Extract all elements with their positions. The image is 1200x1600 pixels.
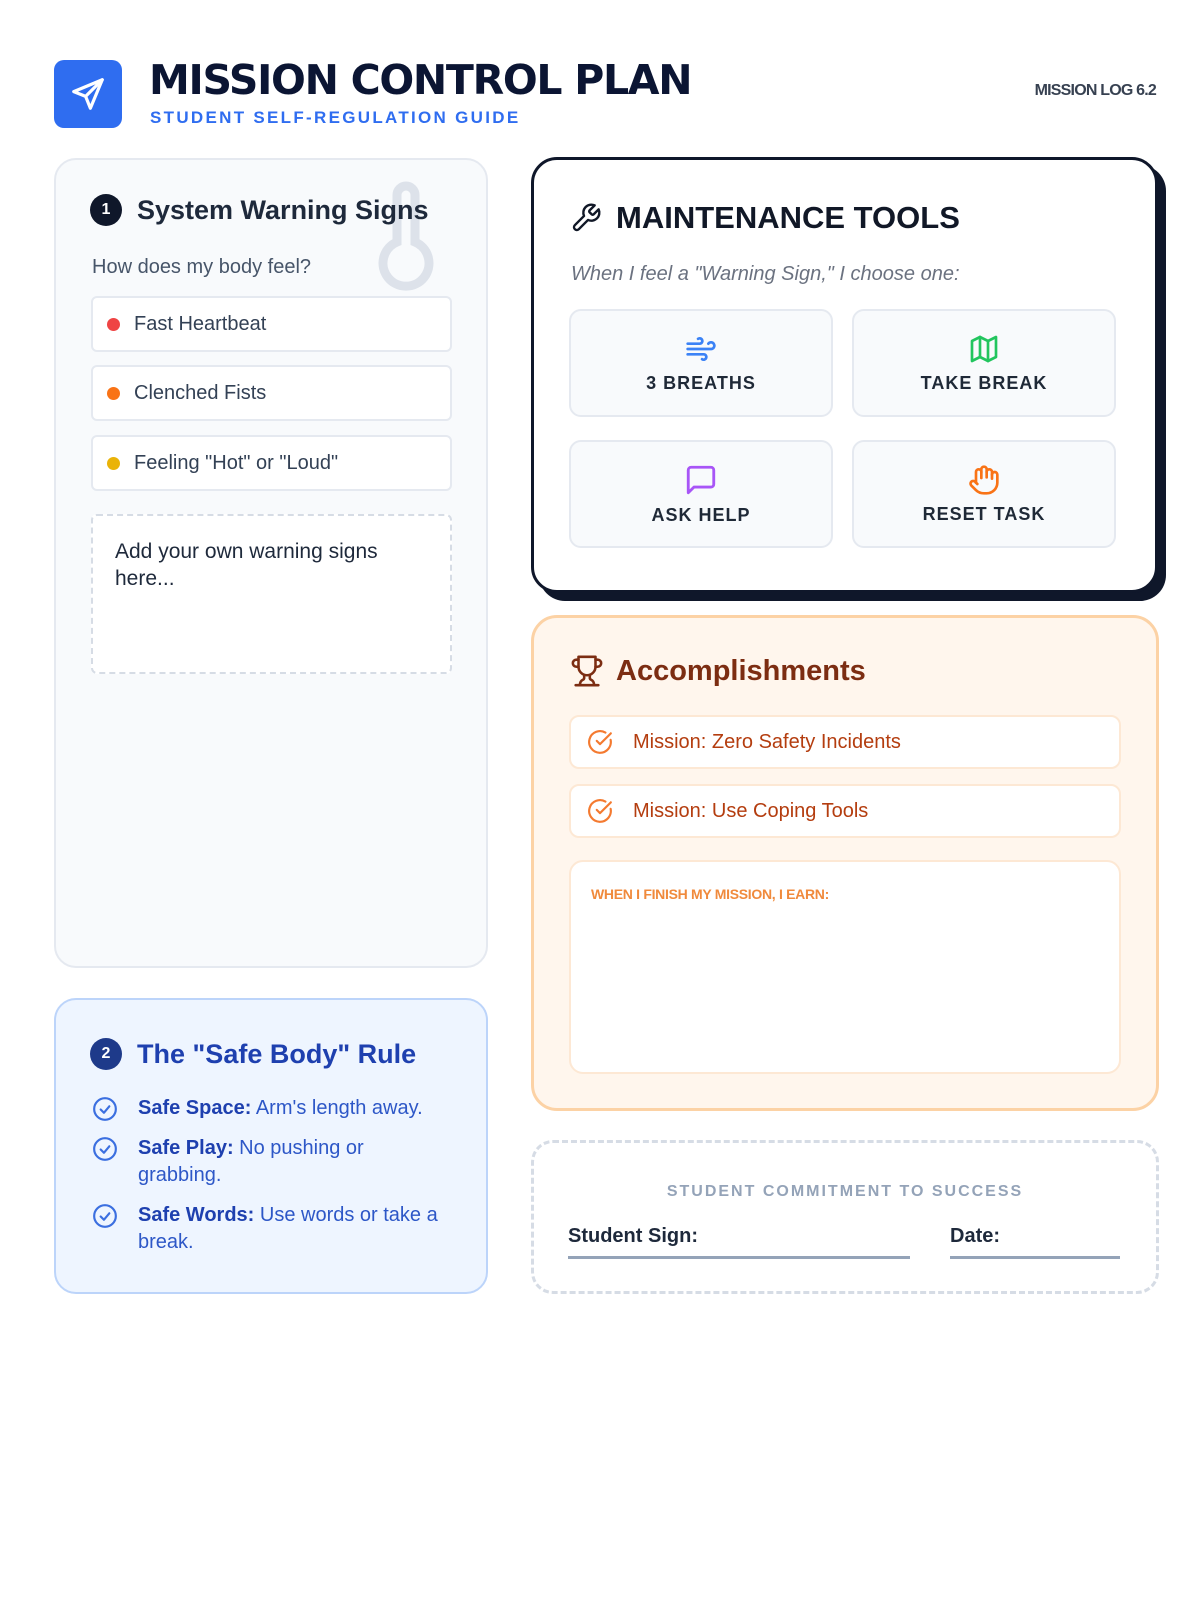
accomplishment-item: Mission: Use Coping Tools xyxy=(569,784,1121,838)
check-circle-icon xyxy=(93,1097,117,1121)
red-dot-icon xyxy=(107,317,120,331)
rule-text: Safe Play: No pushing or grabbing. xyxy=(138,1137,364,1186)
reward-label: WHEN I FINISH MY MISSION, I EARN: xyxy=(591,886,829,902)
section-title: The "Safe Body" Rule xyxy=(137,1038,417,1069)
check-circle-icon xyxy=(93,1204,117,1228)
tool-label: RESET TASK xyxy=(922,503,1046,524)
commitment-card: STUDENT COMMITMENT TO SUCCESS Student Si… xyxy=(531,1140,1159,1294)
paper-plane-icon xyxy=(72,78,104,110)
safe-body-card: 2 The "Safe Body" Rule Safe Space: Arm's… xyxy=(54,998,488,1294)
orange-dot-icon xyxy=(107,386,120,400)
check-circle-icon xyxy=(93,1137,117,1161)
rule-text: Safe Space: Arm's length away. xyxy=(138,1097,423,1119)
safe-body-rule: Safe Space: Arm's length away. xyxy=(92,1095,462,1122)
warning-signs-card: 1 System Warning Signs How does my body … xyxy=(54,158,488,968)
rule-text: Safe Words: Use words or take a break. xyxy=(138,1204,438,1253)
warning-sign-item: Feeling "Hot" or "Loud" xyxy=(91,435,452,491)
accomplishments-card: Accomplishments Mission: Zero Safety Inc… xyxy=(531,615,1159,1111)
accomplishments-heading: Accomplishments xyxy=(570,654,866,688)
map-icon xyxy=(970,335,998,362)
section-number: 1 xyxy=(90,194,122,226)
wrench-icon xyxy=(572,203,601,232)
warning-sign-item: Fast Heartbeat xyxy=(91,296,452,352)
page-subtitle: STUDENT SELF-REGULATION GUIDE xyxy=(150,108,521,127)
section-title: Accomplishments xyxy=(616,654,866,687)
tool-reset-task-button[interactable]: RESET TASK xyxy=(852,440,1116,548)
tool-label: TAKE BREAK xyxy=(920,372,1048,393)
warning-sign-item: Clenched Fists xyxy=(91,365,452,421)
maintenance-tools-card: MAINTENANCE TOOLS When I feel a "Warning… xyxy=(531,157,1158,593)
safe-body-heading: 2 The "Safe Body" Rule xyxy=(90,1038,416,1070)
tools-instruction: When I feel a "Warning Sign," I choose o… xyxy=(571,263,960,285)
warning-signs-heading: 1 System Warning Signs xyxy=(90,194,429,226)
date-field[interactable]: Date: xyxy=(950,1219,1120,1259)
safe-body-rule: Safe Play: No pushing or grabbing. xyxy=(92,1135,462,1189)
tool-take-break-button[interactable]: TAKE BREAK xyxy=(852,309,1116,417)
tool-label: 3 BREATHS xyxy=(646,372,756,393)
page-title: MISSION CONTROL PLAN xyxy=(149,56,693,104)
section-title: MAINTENANCE TOOLS xyxy=(616,200,960,235)
logo xyxy=(54,60,122,128)
hand-icon xyxy=(969,464,999,495)
reward-field[interactable]: WHEN I FINISH MY MISSION, I EARN: xyxy=(569,860,1121,1074)
warning-sign-label: Clenched Fists xyxy=(134,381,267,404)
accomplishment-label: Mission: Zero Safety Incidents xyxy=(633,730,901,753)
student-sign-field[interactable]: Student Sign: xyxy=(568,1219,910,1259)
wind-icon xyxy=(686,336,716,361)
check-circle-icon xyxy=(588,730,612,754)
mission-log-label: MISSION LOG 6.2 xyxy=(1034,82,1157,99)
message-square-icon xyxy=(686,465,716,494)
section-number: 2 xyxy=(90,1038,122,1070)
yellow-dot-icon xyxy=(107,456,120,470)
tool-3-breaths-button[interactable]: 3 BREATHS xyxy=(569,309,833,417)
safe-body-rule: Safe Words: Use words or take a break. xyxy=(92,1202,462,1256)
maintenance-tools-heading: MAINTENANCE TOOLS xyxy=(570,200,960,236)
accomplishment-label: Mission: Use Coping Tools xyxy=(633,799,869,822)
body-question: How does my body feel? xyxy=(92,256,312,278)
tool-label: ASK HELP xyxy=(651,504,751,525)
section-title: System Warning Signs xyxy=(137,194,429,225)
accomplishment-item: Mission: Zero Safety Incidents xyxy=(569,715,1121,769)
tool-ask-help-button[interactable]: ASK HELP xyxy=(569,440,833,548)
warning-sign-label: Fast Heartbeat xyxy=(134,312,267,335)
commitment-label: STUDENT COMMITMENT TO SUCCESS xyxy=(666,1183,1024,1200)
trophy-icon xyxy=(571,655,603,687)
header: MISSION CONTROL PLAN STUDENT SELF-REGULA… xyxy=(54,56,1157,128)
custom-warning-signs-field[interactable]: Add your own warning signs here... xyxy=(91,514,452,674)
check-circle-icon xyxy=(588,799,612,823)
warning-sign-label: Feeling "Hot" or "Loud" xyxy=(134,451,339,474)
